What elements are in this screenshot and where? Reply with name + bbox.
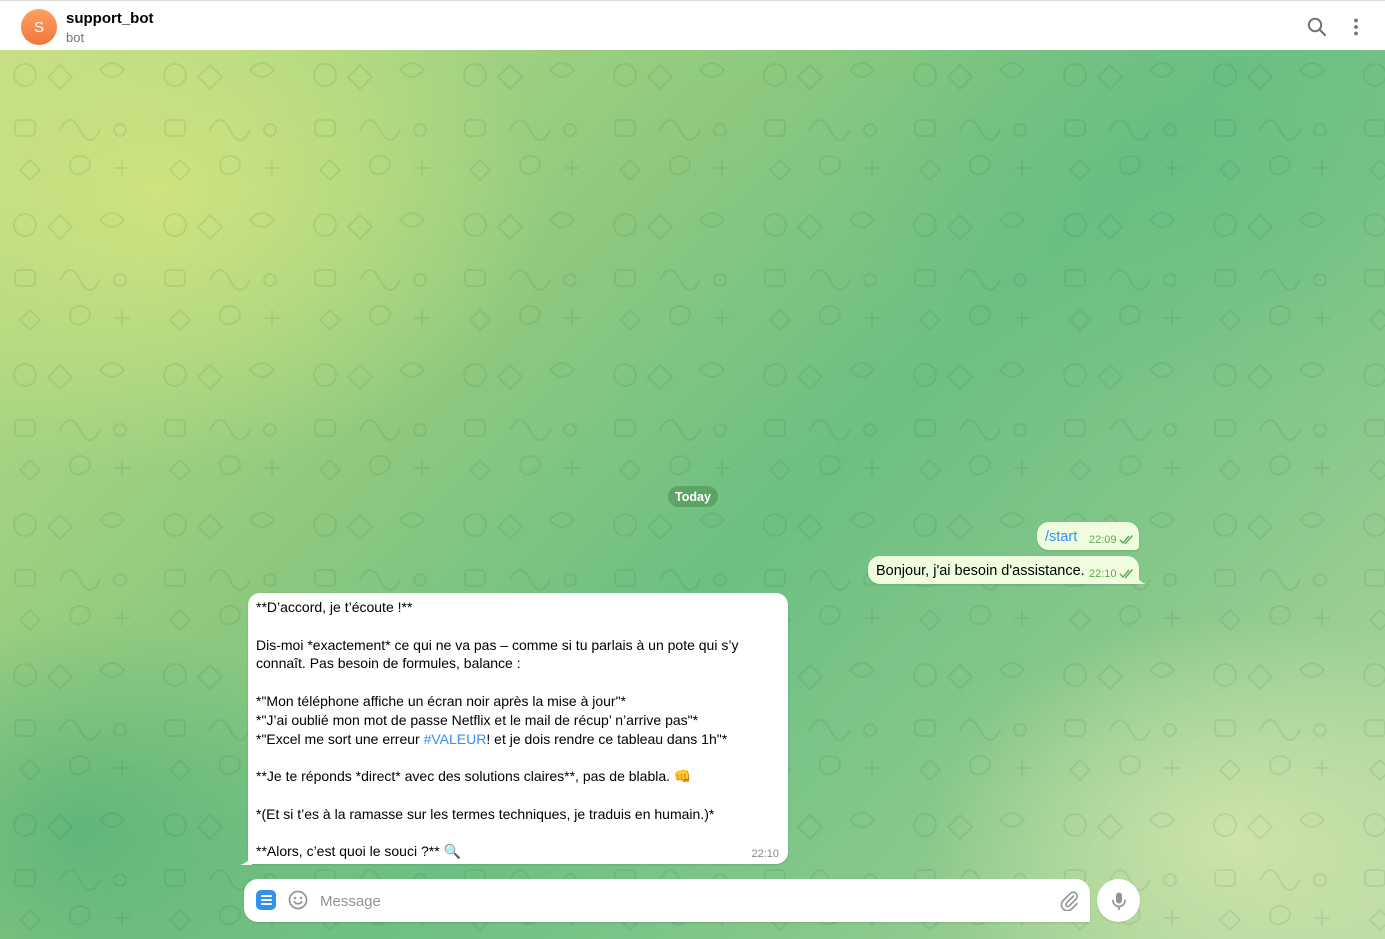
double-check-icon [1119, 569, 1133, 579]
bubble-tail [1136, 574, 1146, 584]
message-composer [244, 879, 1090, 922]
message-meta: 22:09 [1089, 534, 1135, 546]
message-time: 22:10 [1089, 568, 1117, 580]
message-bubble-incoming[interactable]: **D’accord, je t’écoute !** Dis-moi *exa… [248, 593, 788, 864]
microphone-icon [1111, 892, 1126, 910]
microphone-button[interactable] [1097, 879, 1140, 922]
more-vertical-icon[interactable] [1344, 15, 1368, 39]
search-icon[interactable] [1305, 15, 1329, 39]
double-check-icon [1119, 535, 1133, 545]
avatar[interactable]: S [21, 9, 57, 45]
bot-menu-icon[interactable] [256, 890, 276, 910]
message-meta: 22:10 [1089, 568, 1135, 580]
paperclip-icon[interactable] [1058, 889, 1080, 911]
message-time: 22:09 [1089, 534, 1117, 546]
hashtag-link[interactable]: #VALEUR [424, 731, 487, 747]
emoji-icon[interactable] [287, 889, 309, 911]
message-time: 22:10 [751, 848, 779, 860]
message-text: **D’accord, je t’écoute !** Dis-moi *exa… [256, 599, 739, 860]
message-text: Bonjour, j'ai besoin d'assistance. [876, 563, 1085, 579]
chat-subtitle: bot [66, 30, 85, 45]
chat-title[interactable]: support_bot [66, 10, 154, 27]
bot-command-link[interactable]: /start [1045, 529, 1077, 545]
date-separator: Today [668, 486, 718, 507]
chat-background: Today /start 22:09 Bonjour, j'ai besoin … [0, 50, 1385, 939]
message-bubble-outgoing[interactable]: Bonjour, j'ai besoin d'assistance. 22:10 [868, 556, 1139, 584]
chat-header: S support_bot bot [0, 0, 1385, 50]
message-input[interactable] [318, 887, 1042, 915]
message-bubble-outgoing[interactable]: /start 22:09 [1037, 522, 1139, 550]
